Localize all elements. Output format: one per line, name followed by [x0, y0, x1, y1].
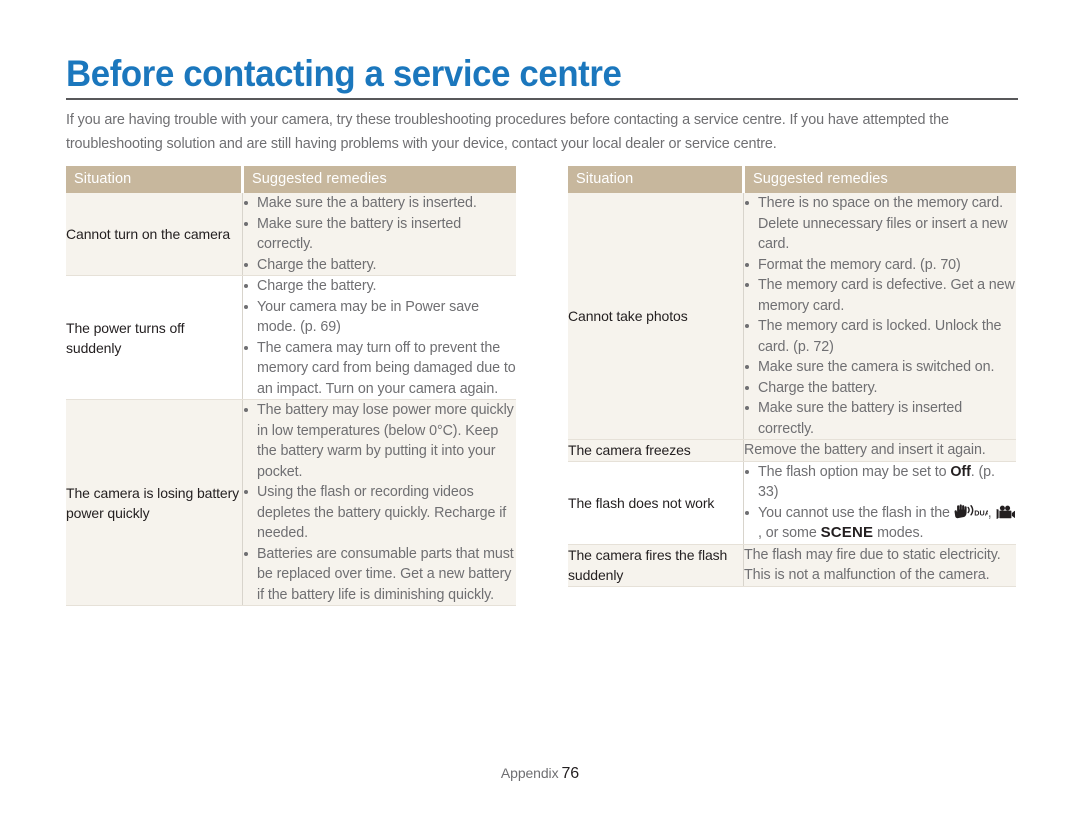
page-footer: Appendix 76 [0, 765, 1080, 783]
remedy-item: Format the memory card. (p. 70) [744, 255, 1016, 276]
cell-remedies: There is no space on the memory card. De… [743, 193, 1016, 440]
title-block: Before contacting a service centre [66, 52, 1018, 100]
table-header-row: Situation Suggested remedies [66, 166, 516, 193]
bold-option-off: Off [950, 463, 971, 480]
remedy-item: Charge the battery. [243, 255, 516, 276]
cell-situation: The power turns off suddenly [66, 275, 243, 400]
remedy-item: There is no space on the memory card. De… [744, 193, 1016, 255]
cell-remedies: The battery may lose power more quickly … [242, 399, 516, 606]
remedy-item: Your camera may be in Power save mode. (… [243, 297, 516, 338]
remedy-item: The memory card is defective. Get a new … [744, 275, 1016, 316]
remedy-item: Make sure the a battery is inserted. [243, 193, 516, 214]
table-body-left: Cannot turn on the camera Make sure the … [66, 193, 516, 606]
document-page: Before contacting a service centre If yo… [0, 0, 1080, 815]
column-header-situation: Situation [66, 166, 244, 193]
footer-page-number: 76 [561, 765, 580, 782]
remedy-item: Make sure the camera is switched on. [744, 357, 1016, 378]
remedy-text-part: The flash option may be set to [758, 463, 951, 480]
table-row: The camera freezes Remove the battery an… [568, 439, 1016, 462]
remedy-list: Charge the battery. Your camera may be i… [243, 276, 516, 399]
remedy-item: The flash option may be set to Off. (p. … [744, 462, 1016, 503]
page-title: Before contacting a service centre [66, 53, 622, 94]
remedy-list: Make sure the a battery is inserted. Mak… [243, 193, 516, 275]
column-header-remedies: Suggested remedies [743, 166, 1016, 193]
scene-mode-label: SCENE [820, 524, 874, 541]
table-row: The flash does not work The flash option… [568, 461, 1016, 545]
table-header-row: Situation Suggested remedies [568, 166, 1016, 193]
remedy-item: Charge the battery. [243, 276, 516, 297]
remedy-list: There is no space on the memory card. De… [744, 193, 1016, 439]
remedy-list: The battery may lose power more quickly … [243, 400, 516, 605]
footer-label: Appendix [500, 765, 559, 781]
remedy-item: The camera may turn off to prevent the m… [243, 338, 516, 400]
cell-situation: Cannot turn on the camera [66, 193, 243, 276]
column-header-situation: Situation [568, 166, 745, 193]
remedy-text: Remove the battery and insert it again. [744, 442, 986, 458]
cell-remedies: Remove the battery and insert it again. [743, 439, 1016, 462]
cell-situation: The flash does not work [568, 461, 744, 545]
remedy-item: You cannot use the flash in the DUAL, , … [744, 503, 1016, 544]
table-row: Cannot turn on the camera Make sure the … [66, 193, 516, 276]
title-divider [66, 98, 1018, 100]
table-row: The camera fires the flash suddenly The … [568, 544, 1016, 587]
remedy-item: Make sure the battery is inserted correc… [744, 398, 1016, 439]
remedy-text-part: You cannot use the flash in the [758, 504, 954, 521]
remedy-item: Make sure the battery is inserted correc… [243, 214, 516, 255]
remedy-text-part: modes. [873, 525, 924, 541]
cell-situation: The camera freezes [568, 439, 744, 462]
svg-text:DUAL: DUAL [974, 508, 988, 517]
cell-remedies: Make sure the a battery is inserted. Mak… [242, 193, 516, 276]
remedy-item: Using the flash or recording videos depl… [243, 482, 516, 544]
remedy-item: Charge the battery. [744, 378, 1016, 399]
remedy-list: The flash option may be set to Off. (p. … [744, 462, 1016, 544]
cell-situation: The camera is losing battery power quick… [66, 399, 243, 606]
intro-paragraph: If you are having trouble with your came… [66, 112, 949, 152]
dual-is-icon: DUAL [954, 503, 995, 520]
movie-camera-icon [996, 505, 1015, 520]
cell-situation: The camera fires the flash suddenly [568, 544, 744, 587]
table-row: The power turns off suddenly Charge the … [66, 275, 516, 400]
table-row: The camera is losing battery power quick… [66, 399, 516, 606]
remedy-text-part: , [987, 504, 996, 521]
remedy-item: The battery may lose power more quickly … [243, 400, 516, 482]
cell-remedies: Charge the battery. Your camera may be i… [242, 275, 516, 400]
remedy-item: Batteries are consumable parts that must… [243, 544, 516, 606]
remedy-item: The memory card is locked. Unlock the ca… [744, 316, 1016, 357]
table-body-right: Cannot take photos There is no space on … [568, 193, 1016, 587]
column-header-remedies: Suggested remedies [242, 166, 516, 193]
troubleshooting-table-right: Situation Suggested remedies Cannot take… [568, 166, 1016, 587]
remedy-text: The flash may fire due to static electri… [744, 546, 1001, 584]
troubleshooting-table-left: Situation Suggested remedies Cannot turn… [66, 166, 516, 606]
cell-situation: Cannot take photos [568, 193, 744, 440]
cell-remedies: The flash option may be set to Off. (p. … [743, 461, 1016, 545]
remedy-text-part: , or some [758, 525, 821, 541]
table-row: Cannot take photos There is no space on … [568, 193, 1016, 440]
cell-remedies: The flash may fire due to static electri… [743, 544, 1016, 587]
